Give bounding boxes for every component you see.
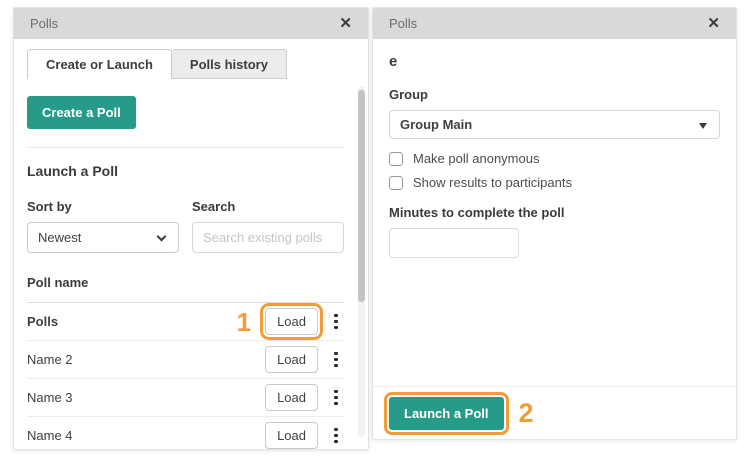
tab-bar: Create or Launch Polls history bbox=[27, 49, 344, 79]
chevron-down-icon bbox=[156, 231, 167, 242]
poll-name: Name 2 bbox=[27, 352, 73, 367]
sort-by-field: Sort by Newest bbox=[27, 199, 179, 253]
anonymous-option: Make poll anonymous bbox=[389, 151, 720, 166]
caret-down-icon bbox=[699, 123, 707, 129]
sort-by-select[interactable]: Newest bbox=[27, 222, 179, 253]
kebab-menu-icon[interactable] bbox=[328, 310, 344, 334]
section-divider bbox=[27, 147, 344, 148]
launch-footer: Launch a Poll 2 bbox=[373, 386, 736, 439]
search-input[interactable] bbox=[192, 222, 344, 253]
sort-by-label: Sort by bbox=[27, 199, 72, 214]
anonymous-checkbox-label: Make poll anonymous bbox=[413, 151, 540, 166]
polls-list-panel: Polls ✕ Create or Launch Polls history C… bbox=[13, 7, 369, 450]
minutes-label: Minutes to complete the poll bbox=[389, 205, 565, 220]
scrollbar-thumb[interactable] bbox=[358, 90, 365, 302]
tab-create-or-launch[interactable]: Create or Launch bbox=[27, 49, 172, 79]
sort-search-row: Sort by Newest Search bbox=[27, 199, 344, 253]
close-icon[interactable]: ✕ bbox=[339, 16, 352, 31]
group-selected-value: Group Main bbox=[400, 117, 473, 132]
right-panel-content: e Group Group Main Make poll anonymous S… bbox=[373, 53, 736, 258]
group-label: Group bbox=[389, 87, 428, 102]
tab-polls-history[interactable]: Polls history bbox=[171, 49, 287, 79]
minutes-input[interactable] bbox=[389, 228, 519, 258]
group-select[interactable]: Group Main bbox=[389, 110, 720, 139]
panel-title: Polls bbox=[30, 16, 59, 31]
search-field: Search bbox=[192, 199, 344, 253]
close-icon[interactable]: ✕ bbox=[707, 16, 720, 31]
poll-list: Polls 1 Load Name 2 Load Name 3 Load Nam… bbox=[27, 302, 344, 449]
create-a-poll-button[interactable]: Create a Poll bbox=[27, 96, 136, 129]
poll-name: Name 4 bbox=[27, 428, 73, 443]
load-button[interactable]: Load bbox=[260, 303, 323, 340]
kebab-menu-icon[interactable] bbox=[328, 348, 344, 372]
anonymous-checkbox[interactable] bbox=[389, 151, 403, 166]
panel-title: Polls bbox=[389, 16, 418, 31]
poll-name: Polls bbox=[27, 314, 59, 329]
left-panel-content: Create or Launch Polls history Create a … bbox=[14, 49, 368, 449]
load-button[interactable]: Load bbox=[265, 384, 318, 411]
poll-list-row: Name 4 Load bbox=[27, 417, 344, 449]
panel-header: Polls ✕ bbox=[373, 8, 736, 39]
sort-by-selected-value: Newest bbox=[38, 230, 82, 245]
kebab-menu-icon[interactable] bbox=[328, 386, 344, 410]
kebab-menu-icon[interactable] bbox=[328, 424, 344, 448]
poll-name-column-header: Poll name bbox=[27, 275, 89, 290]
step-annotation-1: 1 bbox=[236, 306, 252, 337]
launch-a-poll-button[interactable]: Launch a Poll bbox=[384, 392, 509, 435]
load-button[interactable]: Load bbox=[265, 346, 318, 373]
poll-list-row: Name 2 Load bbox=[27, 341, 344, 379]
load-button[interactable]: Load bbox=[265, 422, 318, 449]
show-results-checkbox[interactable] bbox=[389, 175, 403, 190]
show-results-option: Show results to participants bbox=[389, 175, 720, 190]
poll-list-row: Polls 1 Load bbox=[27, 303, 344, 341]
search-label: Search bbox=[192, 199, 236, 214]
panel-header: Polls ✕ bbox=[14, 8, 368, 39]
poll-launch-panel: Polls ✕ e Group Group Main Make poll ano… bbox=[372, 7, 737, 440]
poll-name: Name 3 bbox=[27, 390, 73, 405]
show-results-checkbox-label: Show results to participants bbox=[413, 175, 572, 190]
step-annotation-2: 2 bbox=[518, 398, 534, 428]
selected-poll-name: e bbox=[389, 53, 398, 70]
poll-list-row: Name 3 Load bbox=[27, 379, 344, 417]
launch-a-poll-heading: Launch a Poll bbox=[27, 163, 119, 179]
